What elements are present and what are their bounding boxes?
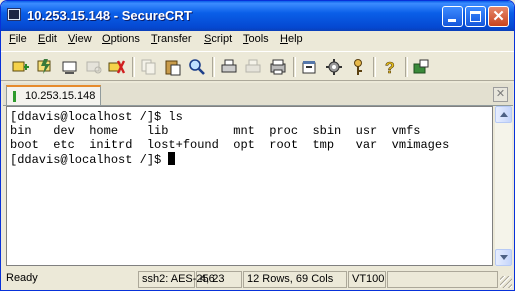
- session-options-icon[interactable]: [300, 58, 318, 76]
- status-bar: Ready ssh2: AES-256 4, 23 12 Rows, 69 Co…: [1, 269, 514, 290]
- terminal-view[interactable]: [ddavis@localhost /]$ ls bin dev home li…: [6, 106, 493, 266]
- toolbar-separator: [373, 57, 376, 77]
- tab-session[interactable]: 10.253.15.148: [6, 85, 101, 105]
- toolbar-separator: [405, 57, 408, 77]
- menu-help[interactable]: Help: [280, 33, 303, 45]
- chevron-up-icon: [500, 112, 508, 117]
- status-terminal-type: VT100: [348, 271, 386, 288]
- help-icon[interactable]: ?: [381, 58, 399, 76]
- minimize-button[interactable]: [442, 6, 463, 27]
- print-screen-icon[interactable]: [269, 58, 287, 76]
- session-tab-strip: 10.253.15.148: [3, 83, 513, 106]
- toolbar-separator: [132, 57, 135, 77]
- toolbar: ?: [1, 51, 514, 81]
- menu-script[interactable]: Script: [204, 33, 232, 45]
- session-status-icon: [13, 91, 16, 102]
- print-icon[interactable]: [220, 58, 238, 76]
- securecrt-app-icon[interactable]: [7, 8, 21, 21]
- resize-grip-icon[interactable]: [500, 276, 512, 288]
- securecrt-window: 10.253.15.148 - SecureCRT ✕ File Edit Vi…: [0, 0, 515, 291]
- minimize-icon: [448, 19, 456, 22]
- menu-tools[interactable]: Tools: [243, 33, 269, 45]
- scroll-up-button[interactable]: [495, 106, 512, 123]
- print-selection-icon: [245, 59, 261, 73]
- menu-options[interactable]: Options: [102, 33, 140, 45]
- terminal-line: bin dev home lib mnt proc sbin usr vmfs: [10, 124, 421, 138]
- menu-edit[interactable]: Edit: [38, 33, 57, 45]
- svg-text:?: ?: [385, 60, 395, 76]
- reconnect-icon: [86, 61, 102, 74]
- status-cursor-position: 4, 23: [196, 271, 242, 288]
- close-button[interactable]: ✕: [488, 6, 509, 27]
- disconnect-icon[interactable]: [108, 58, 126, 76]
- terminal-prompt-line: [ddavis@localhost /]$: [10, 152, 176, 167]
- scroll-down-button[interactable]: [495, 249, 512, 266]
- menu-file[interactable]: File: [9, 33, 27, 45]
- connect-icon[interactable]: [12, 58, 30, 76]
- toolbar-separator: [212, 57, 215, 77]
- global-options-icon[interactable]: [325, 58, 343, 76]
- tab-session-label: 10.253.15.148: [25, 90, 96, 102]
- menu-transfer[interactable]: Transfer: [151, 33, 192, 45]
- keymap-icon[interactable]: [349, 58, 367, 76]
- window-title: 10.253.15.148 - SecureCRT: [27, 8, 192, 23]
- paste-icon[interactable]: [164, 58, 182, 76]
- toolbar-separator: [293, 57, 296, 77]
- text-cursor: [168, 152, 176, 165]
- menu-bar: File Edit View Options Transfer Script T…: [1, 31, 514, 49]
- terminal-line: [ddavis@localhost /]$ ls: [10, 110, 183, 124]
- find-icon[interactable]: [188, 58, 206, 76]
- maximize-button[interactable]: [465, 6, 486, 27]
- status-ready: Ready: [6, 272, 38, 284]
- terminal-line: boot etc initrd lost+found opt root tmp …: [10, 138, 450, 152]
- vertical-scrollbar[interactable]: [495, 106, 512, 266]
- tab-close-button[interactable]: ✕: [493, 87, 508, 102]
- connect-tab-icon[interactable]: [61, 58, 79, 76]
- maximize-icon: [470, 11, 481, 22]
- chevron-down-icon: [500, 255, 508, 260]
- status-terminal-size: 12 Rows, 69 Cols: [243, 271, 347, 288]
- title-bar[interactable]: 10.253.15.148 - SecureCRT ✕: [1, 1, 514, 31]
- menu-view[interactable]: View: [68, 33, 92, 45]
- copy-icon: [141, 59, 156, 75]
- terminal-prompt: [ddavis@localhost /]$: [10, 153, 169, 167]
- close-icon: ✕: [492, 8, 505, 25]
- status-empty-pane: [387, 271, 498, 288]
- status-cipher: ssh2: AES-256: [138, 271, 215, 288]
- sftp-icon[interactable]: [412, 58, 430, 76]
- quick-connect-icon[interactable]: [36, 58, 54, 76]
